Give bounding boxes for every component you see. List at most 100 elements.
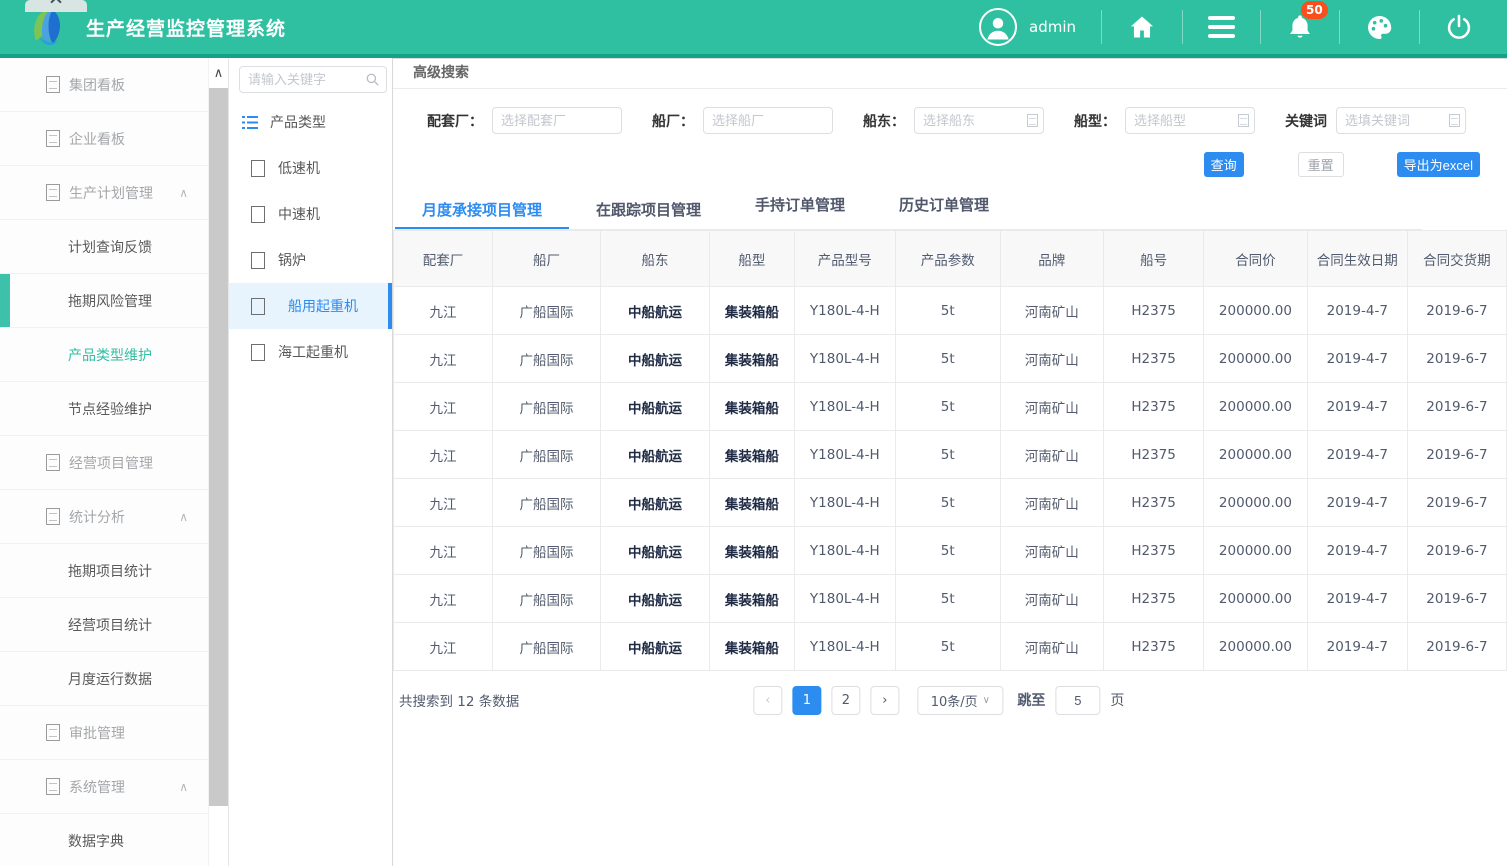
tab-label: 在跟踪项目管理 bbox=[596, 199, 701, 220]
table-cell: 2019-6-7 bbox=[1407, 527, 1506, 575]
prev-page-button[interactable]: ‹ bbox=[753, 686, 782, 715]
tab-label: 历史订单管理 bbox=[899, 194, 989, 215]
sidebar-item-enterprise-board[interactable]: 企业看板 bbox=[0, 112, 208, 166]
chevron-up-icon: ∧ bbox=[179, 510, 188, 524]
export-excel-button[interactable]: 导出为excel bbox=[1397, 152, 1480, 177]
table-cell: Y180L-4-H bbox=[794, 431, 895, 479]
tab-history-orders[interactable]: 历史订单管理 bbox=[872, 191, 1016, 229]
sidebar-item-operation-project-stats[interactable]: 经营项目统计 bbox=[0, 598, 208, 652]
sidebar-scrollbar: ∧ bbox=[208, 58, 228, 866]
table-cell: 2019-4-7 bbox=[1307, 623, 1407, 671]
ship-type-input[interactable] bbox=[1125, 107, 1255, 134]
logout-button[interactable] bbox=[1445, 13, 1473, 41]
table-cell: 2019-4-7 bbox=[1307, 527, 1407, 575]
sidebar-item-group-board[interactable]: 集团看板 bbox=[0, 58, 208, 112]
shipyard-input[interactable] bbox=[703, 107, 833, 134]
orders-table-wrap: 配套厂船厂船东船型产品型号产品参数品牌船号合同价合同生效日期合同交货期 九江广船… bbox=[393, 230, 1507, 671]
tab-monthly-projects[interactable]: 月度承接项目管理 bbox=[395, 191, 569, 229]
divider bbox=[1260, 10, 1261, 44]
table-cell: H2375 bbox=[1104, 335, 1204, 383]
query-button[interactable]: 查询 bbox=[1204, 152, 1244, 177]
table-row[interactable]: 九江广船国际中船航运集装箱船Y180L-4-H5t河南矿山H2375200000… bbox=[394, 335, 1507, 383]
table-cell: 广船国际 bbox=[493, 383, 601, 431]
column-header: 合同生效日期 bbox=[1307, 231, 1407, 287]
table-cell: 2019-6-7 bbox=[1407, 623, 1506, 671]
tree-item-marine-crane[interactable]: 船用起重机 bbox=[229, 283, 392, 329]
table-cell: 中船航运 bbox=[601, 335, 710, 383]
table-cell: 中船航运 bbox=[601, 479, 710, 527]
user-menu[interactable]: admin bbox=[979, 8, 1076, 46]
page-button-2[interactable]: 2 bbox=[831, 686, 860, 715]
table-cell: 中船航运 bbox=[601, 383, 710, 431]
theme-button[interactable] bbox=[1365, 13, 1394, 42]
sidebar-item-operation-project-mgmt[interactable]: 经营项目管理 bbox=[0, 436, 208, 490]
sidebar-item-delay-project-stats[interactable]: 拖期项目统计 bbox=[0, 544, 208, 598]
column-header: 船厂 bbox=[493, 231, 601, 287]
tree-item-offshore-crane[interactable]: 海工起重机 bbox=[229, 329, 392, 375]
tab-tracking-projects[interactable]: 在跟踪项目管理 bbox=[569, 191, 728, 229]
next-page-button[interactable]: › bbox=[870, 686, 899, 715]
shipowner-input[interactable] bbox=[914, 107, 1044, 134]
table-row[interactable]: 九江广船国际中船航运集装箱船Y180L-4-H5t河南矿山H2375200000… bbox=[394, 383, 1507, 431]
scroll-up-arrow-icon[interactable]: ∧ bbox=[209, 58, 228, 88]
sidebar-item-delay-risk-mgmt[interactable]: 拖期风险管理 bbox=[0, 274, 208, 328]
menu-button[interactable] bbox=[1208, 16, 1235, 38]
page-suffix-label: 页 bbox=[1110, 690, 1124, 710]
search-icon bbox=[365, 72, 380, 87]
sidebar-item-monthly-run-data[interactable]: 月度运行数据 bbox=[0, 652, 208, 706]
table-cell: 200000.00 bbox=[1204, 575, 1308, 623]
table-row[interactable]: 九江广船国际中船航运集装箱船Y180L-4-H5t河南矿山H2375200000… bbox=[394, 431, 1507, 479]
divider bbox=[1419, 10, 1420, 44]
sidebar-item-approval-mgmt[interactable]: 审批管理 bbox=[0, 706, 208, 760]
jump-page-input[interactable] bbox=[1055, 686, 1100, 715]
table-row[interactable]: 九江广船国际中船航运集装箱船Y180L-4-H5t河南矿山H2375200000… bbox=[394, 623, 1507, 671]
divider bbox=[1101, 10, 1102, 44]
table-row[interactable]: 九江广船国际中船航运集装箱船Y180L-4-H5t河南矿山H2375200000… bbox=[394, 479, 1507, 527]
sidebar-item-product-type-maintain[interactable]: 产品类型维护 bbox=[0, 328, 208, 382]
sidebar-item-production-plan-mgmt[interactable]: 生产计划管理∧ bbox=[0, 166, 208, 220]
app-title: 生产经营监控管理系统 bbox=[86, 14, 286, 41]
chevron-down-icon: ∨ bbox=[983, 695, 990, 706]
table-cell: 广船国际 bbox=[493, 479, 601, 527]
home-button[interactable] bbox=[1127, 13, 1157, 41]
list-icon bbox=[242, 115, 258, 130]
sidebar-item-node-experience-maintain[interactable]: 节点经验维护 bbox=[0, 382, 208, 436]
menu-glyph-icon bbox=[46, 130, 60, 147]
power-icon bbox=[1445, 13, 1473, 41]
table-row[interactable]: 九江广船国际中船航运集装箱船Y180L-4-H5t河南矿山H2375200000… bbox=[394, 575, 1507, 623]
sidebar-item-system-mgmt[interactable]: 系统管理∧ bbox=[0, 760, 208, 814]
table-cell: 2019-6-7 bbox=[1407, 431, 1506, 479]
sidebar-item-data-dictionary[interactable]: 数据字典 bbox=[0, 814, 208, 866]
tree-item-medium-speed-engine[interactable]: 中速机 bbox=[229, 191, 392, 237]
orders-table: 配套厂船厂船东船型产品型号产品参数品牌船号合同价合同生效日期合同交货期 九江广船… bbox=[393, 230, 1507, 671]
field-glyph-icon bbox=[1027, 114, 1038, 127]
field-glyph-icon bbox=[1449, 114, 1460, 127]
sidebar-item-plan-query-feedback[interactable]: 计划查询反馈 bbox=[0, 220, 208, 274]
reset-button[interactable]: 重置 bbox=[1298, 152, 1344, 177]
sidebar-item-label: 系统管理 bbox=[69, 777, 125, 797]
tree-item-boiler[interactable]: 锅炉 bbox=[229, 237, 392, 283]
tab-hand-orders[interactable]: 手持订单管理 bbox=[728, 191, 872, 229]
sidebar-item-label: 节点经验维护 bbox=[68, 399, 152, 419]
tree-item-glyph-icon bbox=[251, 298, 265, 315]
supplier-input[interactable] bbox=[492, 107, 622, 134]
table-cell: 5t bbox=[895, 335, 1000, 383]
table-cell: H2375 bbox=[1104, 431, 1204, 479]
sidebar-item-stats-analysis[interactable]: 统计分析∧ bbox=[0, 490, 208, 544]
table-cell: 河南矿山 bbox=[1000, 335, 1104, 383]
table-cell: 中船航运 bbox=[601, 527, 710, 575]
divider bbox=[1182, 10, 1183, 44]
table-row[interactable]: 九江广船国际中船航运集装箱船Y180L-4-H5t河南矿山H2375200000… bbox=[394, 287, 1507, 335]
product-type-panel: 产品类型 低速机中速机锅炉船用起重机海工起重机 bbox=[228, 58, 393, 866]
scrollbar-thumb[interactable] bbox=[209, 88, 228, 806]
page-size-select[interactable]: 10条/页∨ bbox=[917, 686, 1003, 715]
table-row[interactable]: 九江广船国际中船航运集装箱船Y180L-4-H5t河南矿山H2375200000… bbox=[394, 527, 1507, 575]
page-button-1[interactable]: 1 bbox=[792, 686, 821, 715]
tree-root-product-type[interactable]: 产品类型 bbox=[229, 99, 392, 145]
tree-item-low-speed-engine[interactable]: 低速机 bbox=[229, 145, 392, 191]
notifications-button[interactable]: 50 bbox=[1286, 13, 1314, 41]
keyword-input[interactable] bbox=[1336, 107, 1466, 134]
table-cell: 200000.00 bbox=[1204, 623, 1308, 671]
keyword-label: 关键词 bbox=[1285, 111, 1327, 131]
column-header: 产品参数 bbox=[895, 231, 1000, 287]
